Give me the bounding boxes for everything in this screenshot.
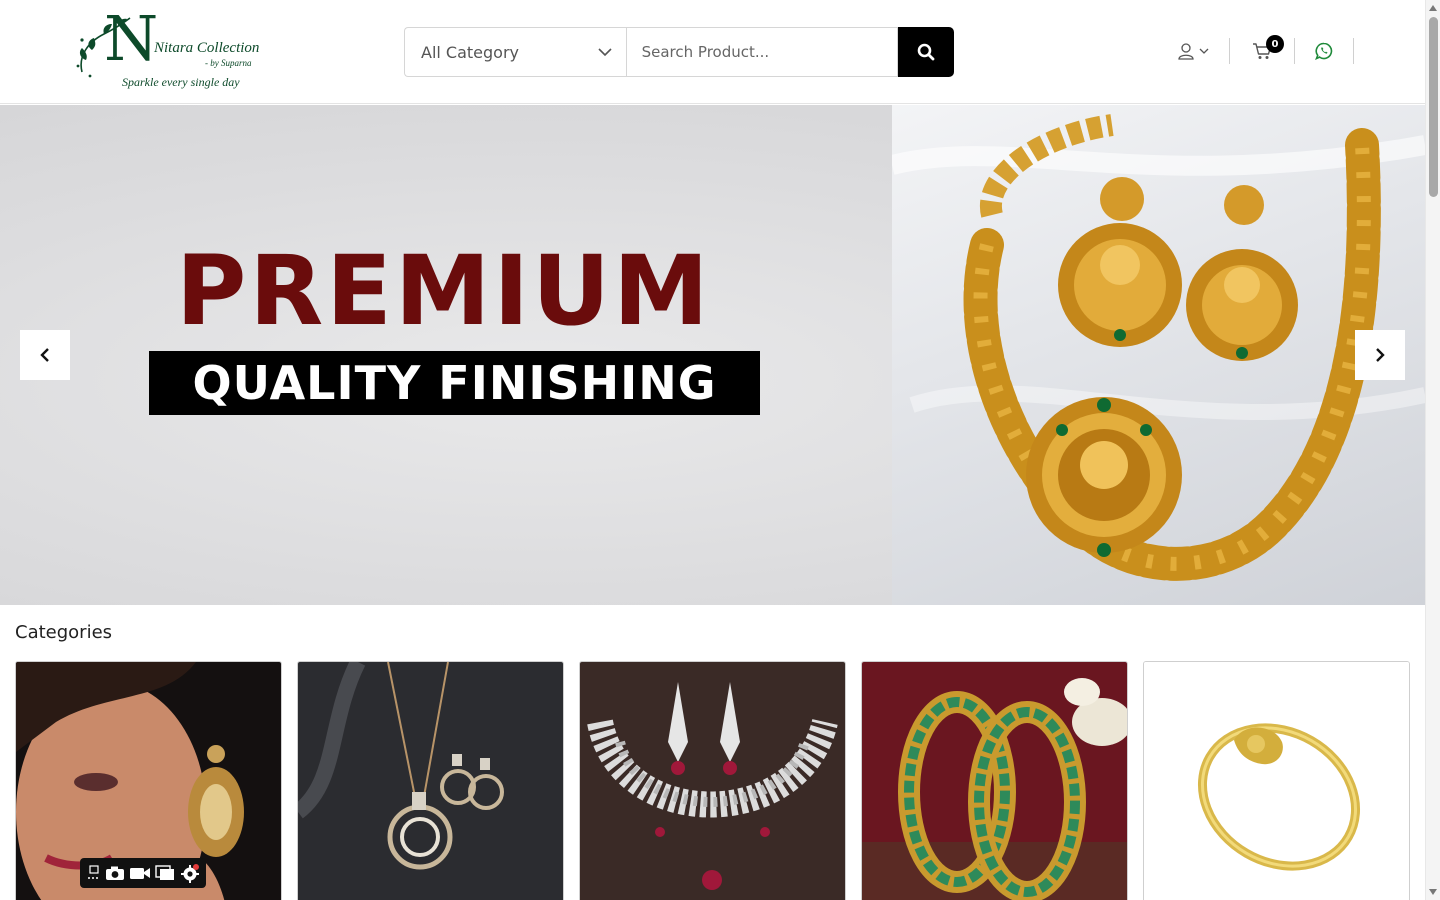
gear-icon[interactable] — [180, 863, 200, 883]
ruby-necklace-set-photo — [580, 662, 845, 900]
search-input[interactable] — [625, 27, 899, 77]
search-button[interactable] — [898, 27, 954, 77]
hero-headline: PREMIUM — [176, 235, 712, 347]
chevron-down-icon — [598, 47, 612, 56]
category-select-value: All Category — [421, 42, 520, 62]
chevron-down-icon — [1199, 48, 1209, 54]
brand-byline: - by Suparna — [205, 58, 252, 68]
category-select[interactable]: All Category — [404, 27, 626, 77]
whatsapp-button[interactable] — [1295, 37, 1353, 65]
hero-subline: QUALITY FINISHING — [192, 356, 717, 410]
user-icon — [1178, 42, 1194, 60]
section-title-categories: Categories — [15, 622, 113, 643]
carousel-prev-button[interactable] — [20, 330, 70, 380]
necklace-photo — [889, 105, 1425, 605]
screen-capture-toolbar — [80, 858, 206, 888]
scroll-up-arrow-icon[interactable] — [1429, 5, 1437, 11]
scroll-down-arrow-icon[interactable] — [1429, 889, 1437, 895]
chevron-left-icon — [40, 348, 49, 362]
hero-banner[interactable]: PREMIUM QUALITY FINISHING — [0, 105, 1425, 605]
whatsapp-icon — [1315, 42, 1333, 60]
site-header: N Nitara Collection - by Suparna Sparkle… — [0, 0, 1425, 104]
chevron-right-icon — [1376, 348, 1385, 362]
cart-button[interactable]: 0 — [1230, 35, 1294, 65]
account-menu[interactable] — [1170, 37, 1229, 65]
header-actions: 0 — [1170, 35, 1354, 66]
divider — [1353, 38, 1354, 64]
category-card[interactable] — [297, 661, 564, 900]
search-bar: All Category — [404, 27, 954, 77]
window-icon[interactable] — [155, 865, 175, 881]
category-card[interactable] — [579, 661, 846, 900]
category-card[interactable] — [1143, 661, 1410, 900]
temple-necklace-illustration — [889, 114, 1425, 581]
diamond-pendant-set-photo — [298, 662, 563, 900]
search-icon — [917, 43, 935, 61]
gold-bracelet-photo — [1144, 662, 1409, 900]
brand-name: Nitara Collection — [154, 40, 260, 56]
brand-monogram: N — [104, 2, 159, 75]
brand-logo[interactable]: N Nitara Collection - by Suparna Sparkle… — [74, 8, 274, 94]
scroll-thumb[interactable] — [1429, 17, 1438, 197]
video-icon[interactable] — [129, 866, 151, 880]
page-scrollbar[interactable] — [1425, 0, 1440, 900]
camera-icon[interactable] — [105, 865, 125, 881]
cart-count-badge: 0 — [1266, 35, 1284, 53]
emerald-bangles-photo — [862, 662, 1127, 900]
category-card[interactable] — [861, 661, 1128, 900]
carousel-next-button[interactable] — [1355, 330, 1405, 380]
brand-tagline: Sparkle every single day — [122, 75, 240, 89]
hero-subline-box: QUALITY FINISHING — [149, 351, 760, 415]
resize-icon[interactable] — [86, 865, 100, 881]
